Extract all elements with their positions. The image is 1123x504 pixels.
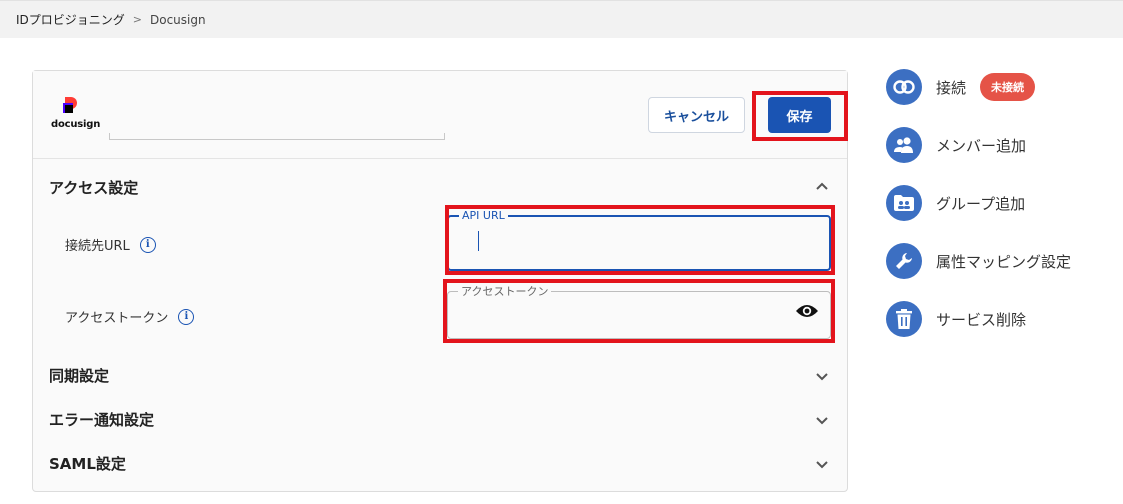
section-title-error-notification[interactable]: エラー通知設定 <box>49 409 154 430</box>
logo-text: docusign <box>51 119 101 130</box>
breadcrumb-root[interactable]: IDプロビジョニング <box>16 11 125 28</box>
token-row-label: アクセストークン i <box>65 307 195 326</box>
api-url-highlight-box <box>445 205 835 275</box>
sidebar-item-connect[interactable]: 接続 未接続 <box>886 68 1116 106</box>
section-title-access[interactable]: アクセス設定 <box>49 177 138 198</box>
breadcrumb-current: Docusign <box>150 12 206 27</box>
chevron-down-icon[interactable] <box>815 413 829 427</box>
card-header: docusign キャンセル 保存 <box>33 71 848 159</box>
chevron-down-icon[interactable] <box>815 457 829 471</box>
top-bar: IDプロビジョニング > Docusign <box>0 0 1123 38</box>
breadcrumb-separator: > <box>132 13 142 26</box>
access-token-highlight-box <box>443 279 835 343</box>
url-label: 接続先URL <box>65 239 130 254</box>
url-row-label: 接続先URL i <box>65 235 156 254</box>
sidebar-item-add-group[interactable]: グループ追加 <box>886 184 1116 222</box>
sidebar-item-label: サービス削除 <box>936 310 1027 329</box>
sidebar-item-label: メンバー追加 <box>936 136 1027 155</box>
link-icon <box>886 69 922 105</box>
cancel-button[interactable]: キャンセル <box>648 97 745 133</box>
sidebar-item-attribute-mapping[interactable]: 属性マッピング設定 <box>886 242 1116 280</box>
status-badge: 未接続 <box>980 73 1036 101</box>
docusign-logo: docusign <box>51 97 101 137</box>
service-name-field[interactable] <box>109 133 445 140</box>
chevron-down-icon[interactable] <box>815 369 829 383</box>
users-icon <box>886 127 922 163</box>
sidebar-item-delete-service[interactable]: サービス削除 <box>886 300 1116 338</box>
chevron-up-icon[interactable] <box>815 179 829 193</box>
section-title-saml[interactable]: SAML設定 <box>49 453 126 474</box>
info-icon[interactable]: i <box>139 236 156 253</box>
section-title-sync[interactable]: 同期設定 <box>49 365 109 386</box>
group-folder-icon <box>886 185 922 221</box>
sidebar-item-label: 接続 <box>936 78 967 97</box>
sidebar-item-label: 属性マッピング設定 <box>936 252 1072 271</box>
save-highlight-box <box>752 91 848 141</box>
token-label: アクセストークン <box>65 311 169 326</box>
sidebar-item-add-members[interactable]: メンバー追加 <box>886 126 1116 164</box>
settings-card: docusign キャンセル 保存 アクセス設定 接続先URL i API UR… <box>32 70 848 492</box>
breadcrumb: IDプロビジョニング > Docusign <box>16 11 206 28</box>
wrench-icon <box>886 243 922 279</box>
trash-icon <box>886 301 922 337</box>
info-icon[interactable]: i <box>178 308 195 325</box>
sidebar-item-label: グループ追加 <box>936 194 1026 213</box>
